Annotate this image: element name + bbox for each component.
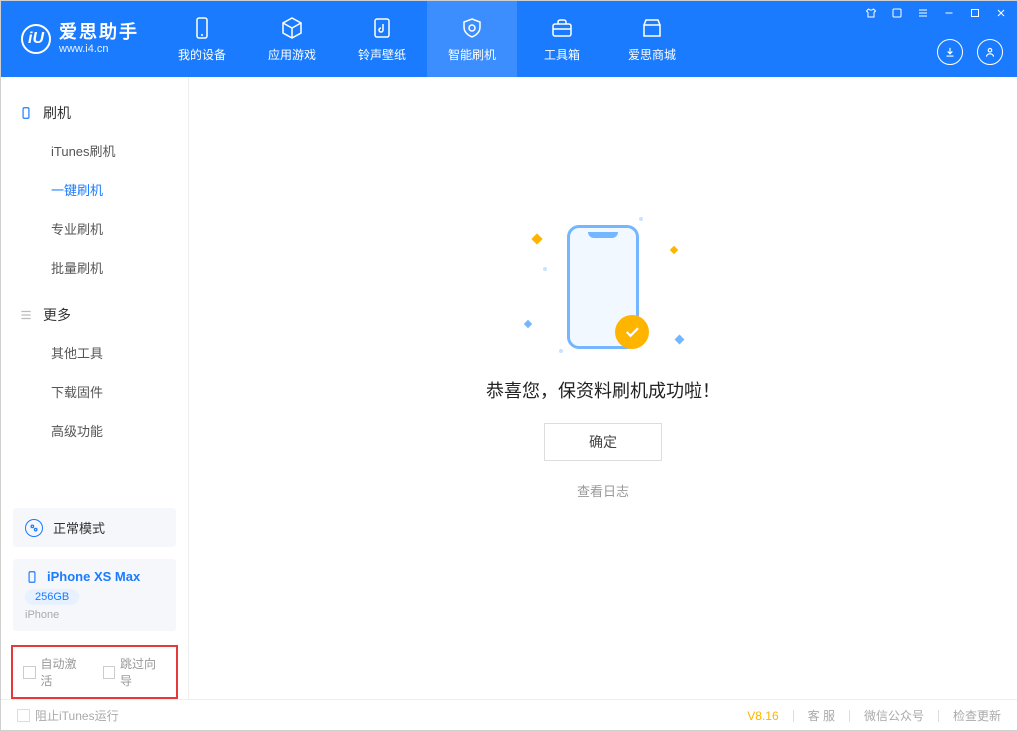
app-subtitle: www.i4.cn [59, 43, 139, 55]
phone-icon [190, 16, 214, 40]
menu-icon[interactable] [917, 7, 929, 22]
version-label: V8.16 [747, 709, 778, 723]
support-link[interactable]: 客 服 [808, 707, 835, 724]
nav-ringtones[interactable]: 铃声壁纸 [337, 1, 427, 77]
music-file-icon [370, 16, 394, 40]
sidebar-item-batch-flash[interactable]: 批量刷机 [1, 248, 188, 287]
sidebar-item-pro-flash[interactable]: 专业刷机 [1, 209, 188, 248]
title-bar: iU 爱思助手 www.i4.cn 我的设备 应用游戏 铃声壁纸 智能刷机 工具… [1, 1, 1017, 77]
device-mode-card[interactable]: 正常模式 [13, 508, 176, 547]
checkbox-skip-guide[interactable]: 跳过向导 [103, 655, 167, 689]
mode-icon [25, 519, 43, 537]
app-title: 爱思助手 [59, 23, 139, 43]
nav-store[interactable]: 爱思商城 [607, 1, 697, 77]
success-illustration [523, 217, 683, 357]
sidebar-item-other-tools[interactable]: 其他工具 [1, 333, 188, 372]
refresh-shield-icon [460, 16, 484, 40]
view-log-link[interactable]: 查看日志 [577, 481, 629, 500]
nav-flash[interactable]: 智能刷机 [427, 1, 517, 77]
sidebar-item-advanced[interactable]: 高级功能 [1, 411, 188, 450]
maximize-icon[interactable] [969, 7, 981, 22]
window-controls [865, 7, 1007, 22]
store-icon [640, 16, 664, 40]
checkbox-auto-activate[interactable]: 自动激活 [23, 655, 87, 689]
device-mode-label: 正常模式 [53, 518, 105, 537]
toolbox-icon [550, 16, 574, 40]
sidebar-group-flash: 刷机 [1, 95, 188, 131]
device-phone-icon [25, 570, 39, 584]
nav-apps[interactable]: 应用游戏 [247, 1, 337, 77]
download-icon[interactable] [937, 39, 963, 65]
success-message: 恭喜您，保资料刷机成功啦！ [486, 377, 720, 403]
checkbox-block-itunes[interactable]: 阻止iTunes运行 [17, 707, 119, 724]
flash-options-highlighted: 自动激活 跳过向导 [11, 645, 178, 699]
feedback-icon[interactable] [891, 7, 903, 22]
device-storage-badge: 256GB [25, 589, 79, 605]
sidebar-item-itunes-flash[interactable]: iTunes刷机 [1, 131, 188, 170]
ok-button[interactable]: 确定 [544, 423, 662, 461]
sidebar-item-onekey-flash[interactable]: 一键刷机 [1, 170, 188, 209]
top-nav: 我的设备 应用游戏 铃声壁纸 智能刷机 工具箱 爱思商城 [157, 1, 697, 77]
close-icon[interactable] [995, 7, 1007, 22]
nav-my-device[interactable]: 我的设备 [157, 1, 247, 77]
minimize-icon[interactable] [943, 7, 955, 22]
skin-icon[interactable] [865, 7, 877, 22]
list-icon [19, 308, 33, 322]
user-icon[interactable] [977, 39, 1003, 65]
sidebar: 刷机 iTunes刷机 一键刷机 专业刷机 批量刷机 更多 其他工具 下载固件 … [1, 77, 189, 699]
sidebar-group-more: 更多 [1, 297, 188, 333]
check-update-link[interactable]: 检查更新 [953, 707, 1001, 724]
cube-icon [280, 16, 304, 40]
main-content: 恭喜您，保资料刷机成功啦！ 确定 查看日志 [189, 77, 1017, 699]
app-logo-icon: iU [21, 24, 51, 54]
nav-toolbox[interactable]: 工具箱 [517, 1, 607, 77]
status-bar: 阻止iTunes运行 V8.16 客 服 微信公众号 检查更新 [1, 699, 1017, 731]
sidebar-item-firmware[interactable]: 下载固件 [1, 372, 188, 411]
device-name-label: iPhone XS Max [47, 569, 140, 584]
check-circle-icon [615, 315, 649, 349]
wechat-link[interactable]: 微信公众号 [864, 707, 924, 724]
device-type-label: iPhone [25, 609, 164, 621]
logo-area: iU 爱思助手 www.i4.cn [1, 23, 157, 55]
device-icon [19, 106, 33, 120]
device-info-card[interactable]: iPhone XS Max 256GB iPhone [13, 559, 176, 631]
